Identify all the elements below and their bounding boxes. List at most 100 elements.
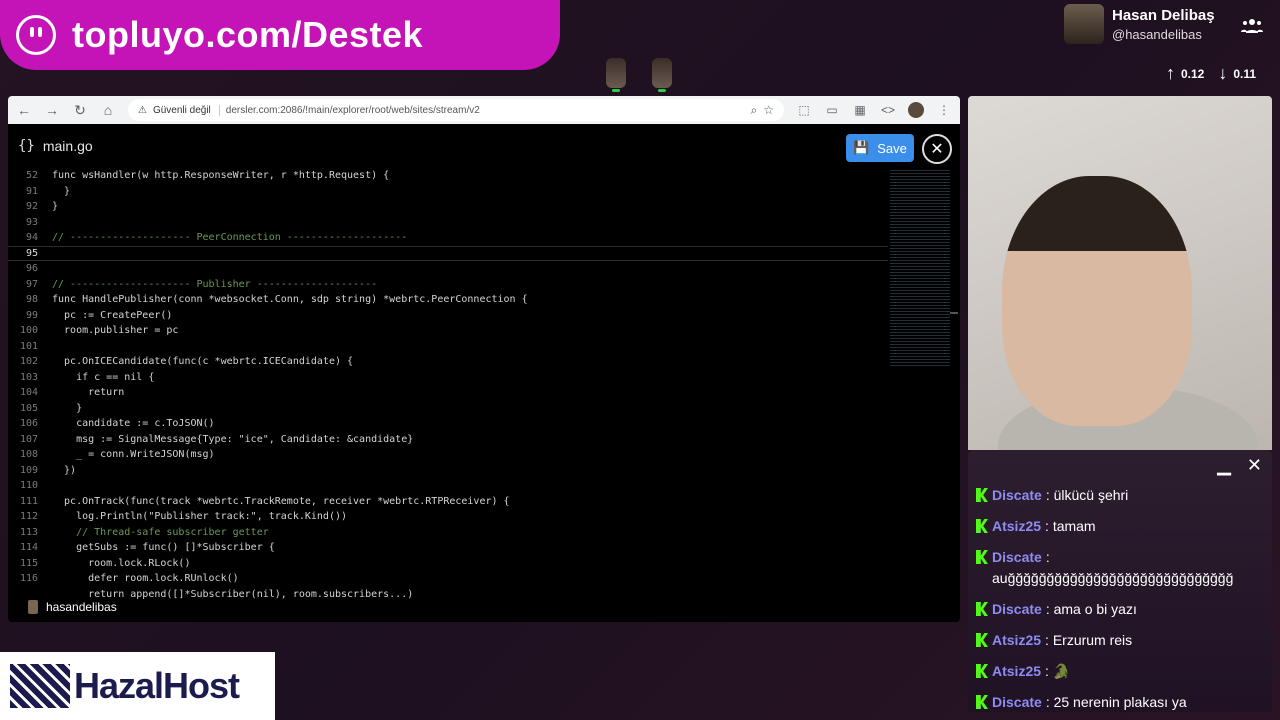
chat-username[interactable]: Discate bbox=[992, 601, 1042, 617]
line-number: 101 bbox=[19, 340, 38, 352]
line-number: 100 bbox=[19, 325, 38, 337]
code-line[interactable]: 113 // Thread-safe subscriber getter bbox=[8, 525, 888, 541]
chat-message: Discate: ama o bi yazı bbox=[968, 594, 1272, 625]
code-line[interactable]: 106 candidate := c.ToJSON() bbox=[8, 416, 888, 432]
chat-username[interactable]: Discate bbox=[992, 694, 1042, 710]
code-text: _ = conn.WriteJSON(msg) bbox=[52, 449, 215, 461]
code-line[interactable]: 92} bbox=[8, 199, 888, 215]
chat-separator: : bbox=[1045, 694, 1054, 710]
code-line[interactable]: 93 bbox=[8, 215, 888, 231]
code-text: pc := CreatePeer() bbox=[52, 309, 173, 321]
code-line[interactable]: 91 } bbox=[8, 184, 888, 200]
devtools-icon[interactable]: <> bbox=[880, 103, 896, 117]
line-number: 98 bbox=[25, 294, 38, 306]
code-text: pc.OnTrack(func(track *webrtc.TrackRemot… bbox=[52, 495, 510, 507]
code-line[interactable]: 104 return bbox=[8, 385, 888, 401]
code-line[interactable]: 100 room.publisher = pc bbox=[8, 323, 888, 339]
code-line[interactable]: 96 bbox=[8, 261, 888, 277]
code-line[interactable]: 107 msg := SignalMessage{Type: "ice", Ca… bbox=[8, 432, 888, 448]
close-icon[interactable]: ✕ bbox=[1247, 455, 1262, 476]
save-icon: 💾 bbox=[853, 140, 870, 155]
back-icon[interactable]: ← bbox=[16, 102, 32, 118]
extensions-icon[interactable]: ⬚ bbox=[796, 103, 812, 117]
chat-username[interactable]: Discate bbox=[992, 549, 1042, 565]
chat-message: Discate: 25 nerenin plakası ya bbox=[968, 687, 1272, 718]
chat-username[interactable]: Atsiz25 bbox=[992, 632, 1041, 648]
reload-icon[interactable]: ↻ bbox=[72, 102, 88, 119]
code-line[interactable]: 102 pc.OnICECandidate(func(c *webrtc.ICE… bbox=[8, 354, 888, 370]
home-icon[interactable]: ⌂ bbox=[100, 102, 116, 118]
code-line[interactable]: 115 room.lock.RLock() bbox=[8, 556, 888, 572]
minimap[interactable] bbox=[890, 168, 950, 368]
avatar bbox=[1064, 4, 1104, 44]
banner: topluyo.com/Destek bbox=[0, 0, 560, 70]
avatar bbox=[652, 58, 672, 92]
chat-text: 🐊 bbox=[1052, 663, 1071, 679]
chat-message: Atsiz25: Erzurum reis bbox=[968, 625, 1272, 656]
profile-handle: @hasandelibas bbox=[1112, 26, 1202, 42]
code-line[interactable]: 111 pc.OnTrack(func(track *webrtc.TrackR… bbox=[8, 494, 888, 510]
code-text: } bbox=[52, 402, 83, 414]
line-number: 107 bbox=[19, 433, 38, 445]
scrollbar[interactable] bbox=[950, 312, 958, 314]
editor-header: {} main.go bbox=[8, 124, 960, 168]
code-line[interactable]: 52 func wsHandler(w http.ResponseWriter, … bbox=[8, 168, 888, 184]
zoom-icon[interactable]: ⌕ bbox=[751, 103, 758, 118]
code-editor[interactable]: 52 func wsHandler(w http.ResponseWriter, … bbox=[8, 168, 888, 622]
code-text: room.lock.RLock() bbox=[52, 557, 191, 569]
chat-separator: : bbox=[1045, 518, 1053, 534]
chat-message: Discate: auğğğğğğğğğğğğğğğğğğğğğğğğğğğğğ bbox=[968, 542, 1272, 594]
viewer-avatars bbox=[606, 58, 672, 92]
code-line[interactable]: 116 defer room.lock.RUnlock() bbox=[8, 571, 888, 587]
code-line[interactable]: 98 func HandlePublisher(conn *websocket.C… bbox=[8, 292, 888, 308]
code-line[interactable]: 94 // -------------------- PeerConnection… bbox=[8, 230, 888, 246]
line-number: 52 bbox=[25, 170, 38, 182]
code-line[interactable]: 95 bbox=[8, 245, 888, 261]
chat-message: Atsiz25: 🐊 bbox=[968, 656, 1272, 687]
chat-text: tamam bbox=[1052, 518, 1096, 534]
line-number: 96 bbox=[25, 263, 38, 275]
star-icon[interactable]: ☆ bbox=[763, 103, 774, 117]
chat-text: auğğğğğğğğğğğğğğğğğğğğğğğğğğğğğ bbox=[992, 570, 1234, 586]
line-number: 97 bbox=[25, 278, 38, 290]
close-button[interactable]: ✕ bbox=[922, 134, 952, 164]
line-number: 116 bbox=[19, 573, 38, 585]
code-text: getSubs := func() []*Subscriber { bbox=[52, 542, 275, 554]
code-line[interactable]: 101 bbox=[8, 339, 888, 355]
code-line[interactable]: 103 if c == nil { bbox=[8, 370, 888, 386]
code-line[interactable]: 114 getSubs := func() []*Subscriber { bbox=[8, 540, 888, 556]
code-line[interactable]: 97 // -------------------- Publisher ----… bbox=[8, 277, 888, 293]
cast-icon[interactable]: ▭ bbox=[824, 103, 840, 117]
chat-message-body: Discate: ülkücü şehri bbox=[992, 485, 1128, 506]
chat-username[interactable]: Discate bbox=[992, 487, 1042, 503]
code-line[interactable]: 105 } bbox=[8, 401, 888, 417]
kick-badge-icon bbox=[976, 633, 988, 647]
menu-icon[interactable]: ⋮ bbox=[936, 103, 952, 117]
browser-profile-icon[interactable] bbox=[908, 102, 924, 118]
code-line[interactable]: 110 bbox=[8, 478, 888, 494]
code-file-icon: {} bbox=[18, 138, 35, 154]
code-line[interactable]: 112 log.Println("Publisher track:", trac… bbox=[8, 509, 888, 525]
chat-username[interactable]: Atsiz25 bbox=[992, 663, 1041, 679]
apps-icon[interactable]: ▦ bbox=[852, 103, 868, 117]
chat-separator: : bbox=[1045, 549, 1050, 565]
kick-badge-icon bbox=[976, 695, 988, 709]
line-number: 91 bbox=[25, 185, 38, 197]
kick-badge-icon bbox=[976, 664, 988, 678]
code-line[interactable]: 99 pc := CreatePeer() bbox=[8, 308, 888, 324]
line-number: 94 bbox=[25, 232, 38, 244]
code-text: return bbox=[52, 387, 125, 399]
browser-toolbar: ← → ↻ ⌂ ⚠ Güvenli değil dersler.com:2086… bbox=[8, 96, 960, 124]
code-line[interactable]: 109 }) bbox=[8, 463, 888, 479]
address-bar[interactable]: ⚠ Güvenli değil dersler.com:2086/!main/e… bbox=[128, 99, 784, 121]
save-button[interactable]: 💾 Save bbox=[846, 134, 914, 162]
forward-icon[interactable]: → bbox=[44, 102, 60, 118]
line-number: 106 bbox=[19, 418, 38, 430]
code-line[interactable]: return append([]*Subscriber(nil), room.s… bbox=[8, 587, 888, 603]
people-icon[interactable] bbox=[1240, 16, 1264, 36]
close-icon: ✕ bbox=[930, 141, 944, 158]
chat-username[interactable]: Atsiz25 bbox=[992, 518, 1041, 534]
minimize-icon[interactable]: ▁ bbox=[1217, 455, 1231, 476]
code-line[interactable]: 108 _ = conn.WriteJSON(msg) bbox=[8, 447, 888, 463]
profile[interactable]: Hasan Delibaş @hasandelibas bbox=[1064, 4, 1215, 44]
